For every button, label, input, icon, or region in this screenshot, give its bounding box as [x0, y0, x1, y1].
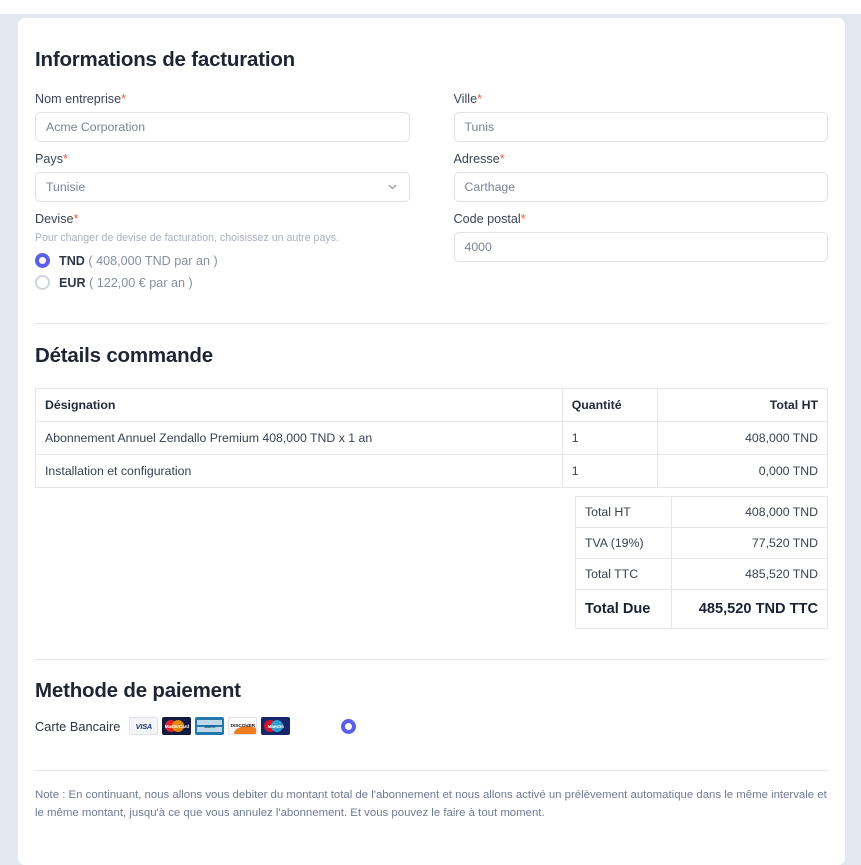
- divider-payment-note: [35, 770, 828, 771]
- totals-value-grand: 485,520 TND TTC: [670, 589, 829, 629]
- payment-method-label: Carte Bancaire: [35, 718, 121, 734]
- payment-note: Note : En continuant, nous allons vous d…: [35, 789, 827, 819]
- order-items-table: Désignation Quantité Total HT Abonnement…: [35, 388, 829, 488]
- totals-row-tva: TVA (19%) 77,520 TND: [575, 527, 829, 559]
- currency-option-eur[interactable]: EUR ( 122,00 € par an ): [35, 275, 410, 290]
- maestro-card-icon: Maestro: [261, 717, 291, 735]
- order-totals-table: Total HT 408,000 TND TVA (19%) 77,520 TN…: [575, 496, 829, 629]
- divider-order-payment: [35, 659, 828, 660]
- totals-label: Total TTC: [575, 558, 672, 590]
- cell-quantity: 1: [561, 454, 658, 488]
- cell-designation: Abonnement Annuel Zendallo Premium 408,0…: [35, 421, 563, 455]
- visa-card-icon: VISA: [129, 717, 159, 735]
- billing-form: Nom entreprise* Acme Corporation Ville* …: [35, 92, 828, 307]
- divider-billing-order: [35, 323, 828, 324]
- required-marker: *: [63, 152, 68, 166]
- radio-eur-icon[interactable]: [35, 275, 50, 290]
- required-marker: *: [477, 92, 482, 106]
- required-marker: *: [520, 212, 526, 226]
- totals-row-total-due: Total Due 485,520 TND TTC: [575, 589, 829, 629]
- amex-card-icon: AMEX: [195, 717, 225, 735]
- payment-method-row[interactable]: Carte Bancaire VISA MasterCard AMEX DISC…: [35, 717, 828, 735]
- billing-checkout-card: Informations de facturation Nom entrepri…: [18, 18, 845, 865]
- table-row: Installation et configuration 1 0,000 TN…: [35, 454, 829, 488]
- table-header-row: Désignation Quantité Total HT: [35, 388, 829, 422]
- cell-total: 408,000 TND: [656, 421, 829, 455]
- city-input[interactable]: Tunis: [453, 112, 828, 142]
- field-country: Pays* Tunisie: [35, 152, 410, 202]
- currency-option-tnd[interactable]: TND ( 408,000 TND par an ): [35, 253, 410, 268]
- totals-label: Total HT: [575, 496, 672, 528]
- totals-row-total-ht: Total HT 408,000 TND: [575, 496, 829, 528]
- column-header-designation: Désignation: [35, 388, 563, 422]
- field-address: Adresse* Carthage: [453, 152, 828, 202]
- field-currency: Devise* Pour changer de devise de factur…: [35, 212, 410, 297]
- currency-option-tnd-label: TND ( 408,000 TND par an ): [59, 253, 218, 268]
- discover-card-icon: DISCOVER: [228, 717, 258, 735]
- country-select[interactable]: Tunisie: [35, 172, 410, 202]
- totals-value: 77,520 TND: [670, 527, 829, 559]
- required-marker: *: [121, 92, 126, 106]
- cell-total: 0,000 TND: [656, 454, 829, 488]
- address-label: Adresse*: [453, 152, 505, 166]
- field-postal: Code postal* 4000: [453, 212, 828, 297]
- postal-input[interactable]: 4000: [453, 232, 828, 262]
- required-marker: *: [499, 152, 505, 166]
- accepted-cards: VISA MasterCard AMEX DISCOVER Maestro: [129, 717, 291, 735]
- currency-option-eur-label: EUR ( 122,00 € par an ): [59, 275, 193, 290]
- radio-tnd-icon[interactable]: [35, 253, 50, 268]
- mastercard-card-icon: MasterCard: [162, 717, 192, 735]
- column-header-quantity: Quantité: [561, 388, 658, 422]
- company-label: Nom entreprise*: [35, 92, 126, 106]
- cell-designation: Installation et configuration: [35, 454, 563, 488]
- payment-section-title: Methode de paiement: [35, 679, 241, 702]
- totals-label-grand: Total Due: [575, 589, 672, 629]
- address-input[interactable]: Carthage: [453, 172, 828, 202]
- field-city: Ville* Tunis: [453, 92, 828, 142]
- company-input[interactable]: Acme Corporation: [35, 112, 410, 142]
- totals-value: 408,000 TND: [670, 496, 829, 528]
- totals-row-total-ttc: Total TTC 485,520 TND: [575, 558, 829, 590]
- radio-carte-bancaire-icon[interactable]: [341, 718, 357, 734]
- field-company: Nom entreprise* Acme Corporation: [35, 92, 410, 142]
- cell-quantity: 1: [561, 421, 658, 455]
- required-marker: *: [73, 212, 79, 226]
- billing-section-title: Informations de facturation: [35, 48, 295, 71]
- column-header-total: Total HT: [656, 388, 829, 422]
- currency-help-text: Pour changer de devise de facturation, c…: [35, 232, 339, 244]
- postal-label: Code postal*: [453, 212, 526, 226]
- order-section-title: Détails commande: [35, 344, 213, 367]
- payment-method-radio-wrap[interactable]: [341, 718, 357, 734]
- currency-label: Devise*: [35, 212, 79, 226]
- table-row: Abonnement Annuel Zendallo Premium 408,0…: [35, 421, 829, 455]
- country-label: Pays*: [35, 152, 68, 166]
- city-label: Ville*: [453, 92, 482, 106]
- totals-label: TVA (19%): [575, 527, 672, 559]
- totals-value: 485,520 TND: [670, 558, 829, 590]
